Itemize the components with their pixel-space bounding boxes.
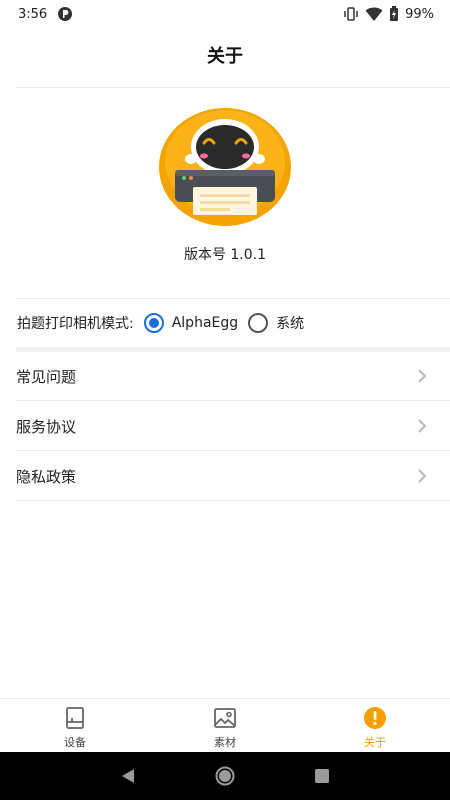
radio-option-system[interactable]: 系统 [248, 313, 304, 333]
menu-item-label: 常见问题 [16, 367, 77, 386]
wifi-icon [365, 6, 383, 22]
vibrate-icon [343, 6, 359, 22]
battery-icon [389, 6, 399, 22]
battery-percent: 99% [405, 6, 434, 22]
menu-item-faq[interactable]: 常见问题 [16, 352, 450, 401]
tab-about[interactable]: 关于 [300, 699, 450, 752]
app-logo [158, 107, 292, 227]
page-title: 关于 [207, 46, 243, 67]
divider [16, 298, 450, 299]
back-icon[interactable] [113, 761, 143, 791]
image-icon [214, 708, 236, 728]
menu-item-privacy-policy[interactable]: 隐私政策 [16, 452, 450, 501]
radio-label-system: 系统 [276, 316, 305, 332]
info-icon [364, 707, 386, 729]
header-divider [16, 87, 450, 88]
home-icon[interactable] [210, 761, 240, 791]
status-bar: 3:56 99% [0, 0, 450, 28]
app-notification-icon [57, 6, 73, 22]
radio-button-unchecked[interactable] [248, 313, 269, 333]
tab-device[interactable]: 设备 [0, 699, 150, 752]
radio-option-alphaegg[interactable]: AlphaEgg [143, 313, 239, 333]
radio-button-checked[interactable] [143, 313, 164, 333]
chevron-right-icon [418, 469, 427, 483]
bottom-nav: 设备 素材 关于 [0, 698, 450, 752]
radio-label-alphaegg: AlphaEgg [171, 315, 239, 331]
system-nav-bar [0, 752, 450, 800]
tab-label: 素材 [214, 736, 236, 749]
chevron-right-icon [418, 369, 427, 383]
status-time: 3:56 [18, 6, 48, 22]
device-icon [66, 707, 84, 729]
menu-item-label: 服务协议 [16, 417, 77, 436]
menu-item-service-agreement[interactable]: 服务协议 [16, 402, 450, 451]
tab-label: 设备 [64, 736, 86, 749]
menu-item-label: 隐私政策 [16, 467, 77, 486]
version-text: 版本号 1.0.1 [183, 247, 267, 263]
tab-label: 关于 [364, 736, 386, 749]
recents-icon[interactable] [307, 761, 337, 791]
print-mode-label: 拍题打印相机模式: [17, 316, 134, 332]
print-mode-row: 拍题打印相机模式: AlphaEgg 系统 [17, 312, 314, 334]
chevron-right-icon [418, 419, 427, 433]
tab-materials[interactable]: 素材 [150, 699, 300, 752]
